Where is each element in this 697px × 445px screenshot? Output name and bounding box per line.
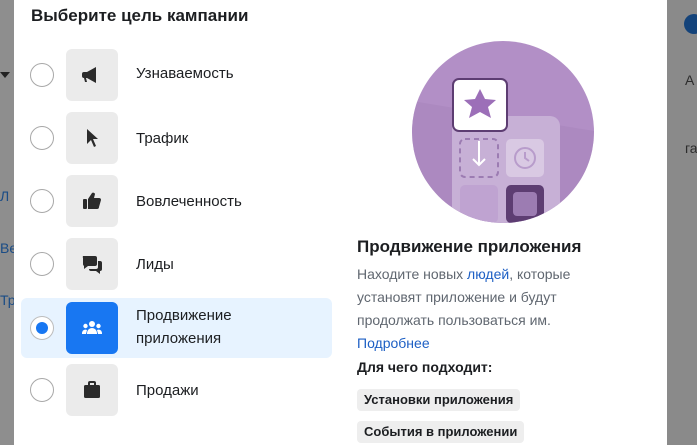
objective-label: Узнаваемость	[136, 65, 234, 82]
background-text-fragment: Ве	[0, 240, 14, 256]
megaphone-icon	[82, 67, 96, 83]
people-link[interactable]: людей	[467, 266, 509, 282]
objective-detail-description: Находите новых людей, которые установят …	[357, 263, 617, 355]
app-promotion-illustration	[412, 41, 594, 223]
objective-icon-tile	[66, 364, 118, 416]
objective-option-engagement[interactable]: Вовлеченность	[21, 173, 332, 233]
radio-button-checked[interactable]	[30, 316, 54, 340]
objective-label: Лиды	[136, 256, 174, 273]
campaign-objective-dialog: Выберите цель кампании Узнаваемость Траф…	[14, 0, 667, 445]
description-text: Находите новых	[357, 266, 468, 282]
objective-label-line1: Продвижение	[136, 307, 232, 324]
objective-option-app-promotion[interactable]: Продвижение приложения	[21, 298, 332, 358]
radio-button[interactable]	[30, 63, 54, 87]
dialog-title: Выберите цель кампании	[31, 6, 249, 25]
radio-button[interactable]	[30, 189, 54, 213]
thumbs-up-icon	[83, 192, 101, 209]
people-icon	[82, 321, 102, 334]
radio-button[interactable]	[30, 378, 54, 402]
objective-option-leads[interactable]: Лиды	[21, 236, 332, 296]
cursor-icon	[87, 129, 98, 147]
background-right-strip	[667, 0, 697, 445]
background-text-fragment: А	[685, 72, 695, 88]
radio-button[interactable]	[30, 126, 54, 150]
objective-label: Трафик	[136, 130, 189, 147]
objective-option-sales[interactable]: Продажи	[21, 362, 332, 422]
objective-detail-title: Продвижение приложения	[357, 237, 582, 256]
background-text-fragment: Тр	[0, 292, 14, 308]
background-avatar	[684, 14, 697, 34]
objective-option-traffic[interactable]: Трафик	[21, 110, 332, 170]
background-text-fragment: Л	[0, 188, 10, 204]
objective-icon-tile	[66, 175, 118, 227]
objective-option-awareness[interactable]: Узнаваемость	[21, 47, 332, 107]
chat-bubbles-icon	[82, 256, 102, 274]
suited-for-heading: Для чего подходит:	[357, 359, 493, 375]
shopping-bag-icon	[84, 381, 100, 398]
objective-label: Продажи	[136, 382, 199, 399]
objective-label-line2: приложения	[136, 330, 222, 347]
learn-more-link[interactable]: Подробнее	[357, 335, 430, 351]
use-case-chip: События в приложении	[357, 421, 525, 443]
objective-icon-tile	[66, 112, 118, 164]
objective-icon-tile	[66, 302, 118, 354]
background-caret-icon	[0, 72, 10, 78]
objective-icon-tile	[66, 49, 118, 101]
background-left-strip	[0, 0, 14, 445]
objective-icon-tile	[66, 238, 118, 290]
use-case-chip: Установки приложения	[357, 389, 521, 411]
objective-label: Вовлеченность	[136, 193, 242, 210]
background-text-fragment: га	[685, 140, 697, 156]
radio-button[interactable]	[30, 252, 54, 276]
